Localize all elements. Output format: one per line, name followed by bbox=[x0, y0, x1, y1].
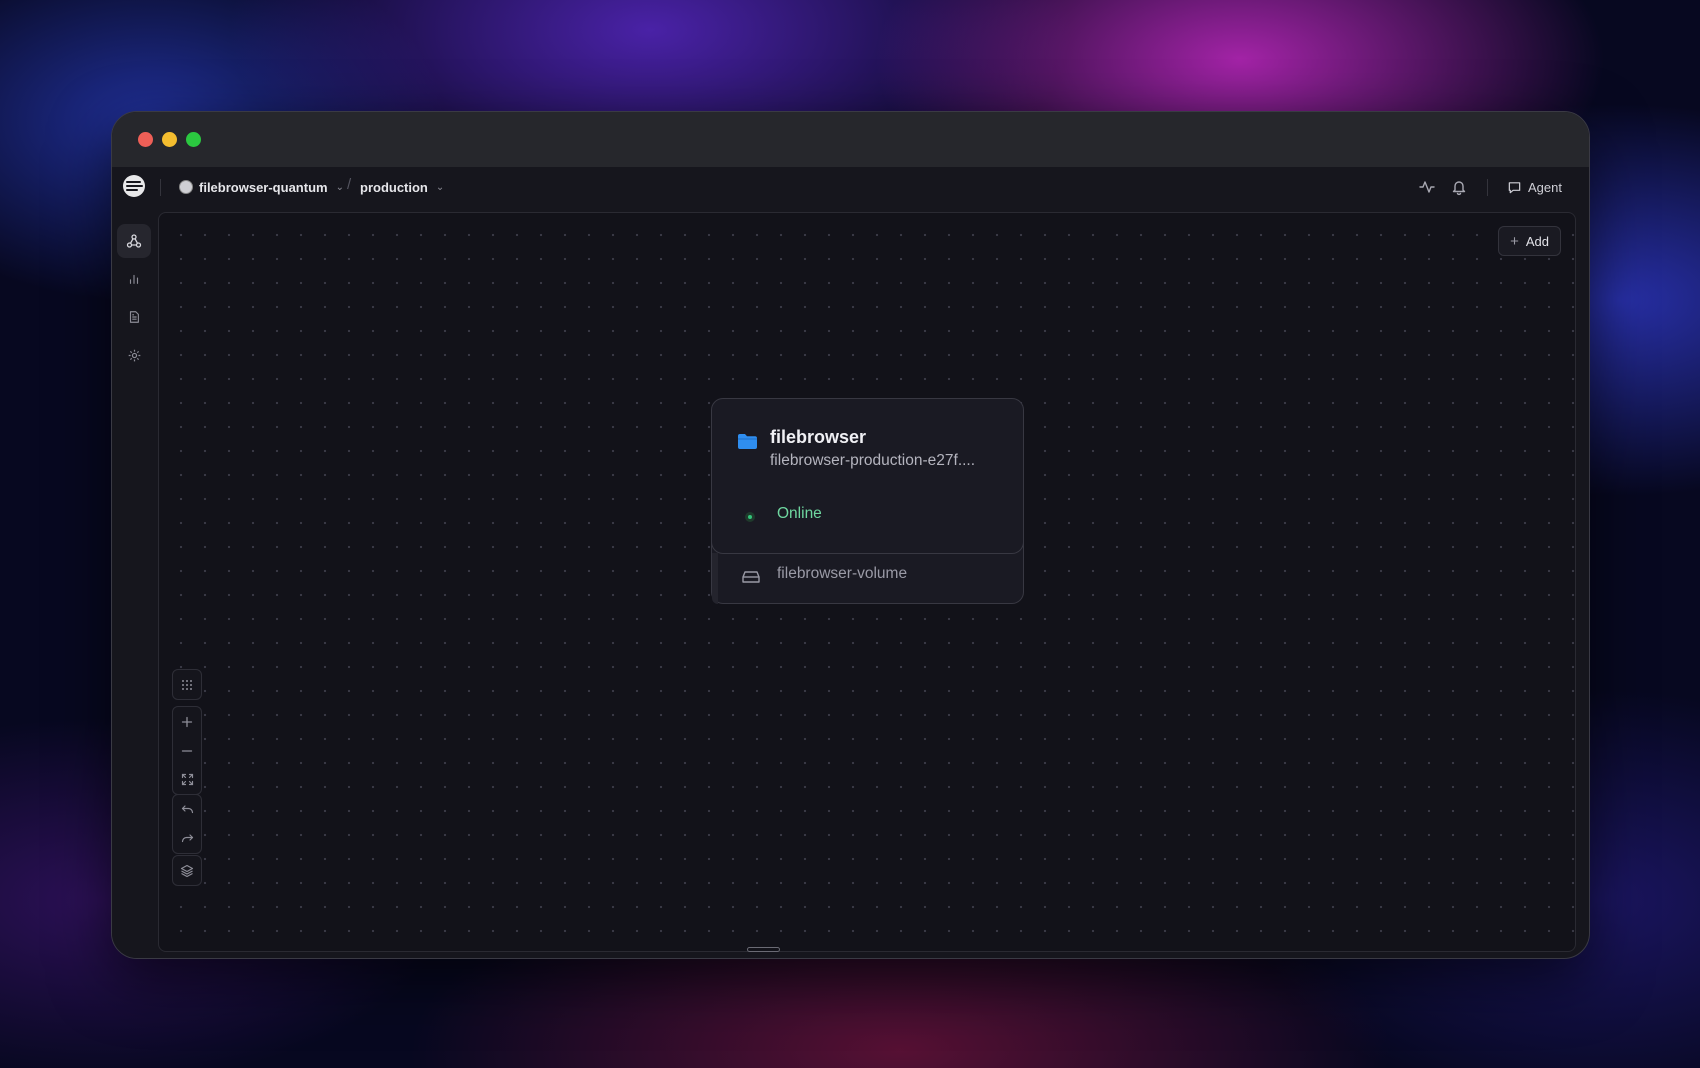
left-sidebar bbox=[112, 208, 156, 958]
folder-icon bbox=[737, 433, 758, 455]
divider bbox=[160, 179, 161, 196]
breadcrumb-separator: / bbox=[347, 176, 352, 193]
sidebar-item-metrics[interactable] bbox=[117, 262, 151, 296]
service-card-header[interactable]: filebrowser filebrowser-production-e27f.… bbox=[711, 398, 1024, 554]
sidebar-item-settings[interactable] bbox=[117, 338, 151, 372]
bell-icon[interactable] bbox=[1450, 178, 1468, 196]
window-titlebar[interactable] bbox=[112, 112, 1589, 167]
zoom-out-icon[interactable] bbox=[173, 736, 201, 765]
status-online-icon bbox=[745, 512, 755, 522]
project-selector[interactable]: filebrowser-quantum ⌄ bbox=[179, 176, 344, 198]
hard-drive-icon bbox=[742, 570, 760, 589]
undo-icon[interactable] bbox=[173, 795, 201, 824]
document-icon bbox=[129, 311, 139, 323]
sidebar-item-architecture[interactable] bbox=[117, 224, 151, 258]
gear-icon bbox=[128, 349, 140, 361]
app-window: filebrowser-quantum ⌄ / production ⌄ Age… bbox=[111, 111, 1590, 959]
project-canvas[interactable]: + Add filebrowser-volume filebrowser fil… bbox=[158, 212, 1576, 952]
chevron-down-icon: ⌄ bbox=[335, 181, 344, 193]
environment-name: production bbox=[360, 179, 428, 195]
plus-icon: + bbox=[1510, 232, 1519, 250]
add-button[interactable]: + Add bbox=[1498, 226, 1561, 256]
bottom-panel-handle[interactable] bbox=[747, 947, 780, 952]
service-card[interactable]: filebrowser-volume filebrowser filebrows… bbox=[711, 398, 1024, 604]
redo-icon[interactable] bbox=[173, 824, 201, 853]
add-button-label: Add bbox=[1525, 233, 1549, 249]
zoom-in-icon[interactable] bbox=[173, 707, 201, 736]
environment-selector[interactable]: production ⌄ bbox=[360, 176, 444, 198]
chevron-down-icon: ⌄ bbox=[435, 181, 445, 193]
project-avatar bbox=[179, 180, 193, 194]
agent-label: Agent bbox=[1528, 179, 1562, 195]
activity-icon[interactable] bbox=[1418, 178, 1436, 196]
close-window-button[interactable] bbox=[138, 132, 153, 147]
maximize-window-button[interactable] bbox=[186, 132, 201, 147]
volume-connector bbox=[712, 553, 718, 604]
grid-icon[interactable] bbox=[173, 670, 201, 699]
grid-toggle-group bbox=[172, 669, 202, 700]
message-icon bbox=[1508, 181, 1521, 193]
app-logo[interactable] bbox=[123, 175, 145, 197]
agent-button[interactable]: Agent bbox=[1507, 176, 1562, 198]
top-navigation-bar: filebrowser-quantum ⌄ / production ⌄ Age… bbox=[112, 167, 1589, 208]
divider bbox=[1487, 179, 1488, 196]
bar-chart-icon bbox=[129, 274, 139, 284]
service-name: filebrowser bbox=[770, 427, 867, 447]
sidebar-item-logs[interactable] bbox=[117, 300, 151, 334]
service-status: Online bbox=[777, 505, 822, 522]
fit-view-icon[interactable] bbox=[173, 765, 201, 794]
layers-control bbox=[172, 855, 202, 886]
history-controls bbox=[172, 794, 202, 854]
zoom-controls bbox=[172, 706, 202, 795]
project-name: filebrowser-quantum bbox=[199, 179, 328, 195]
nodes-icon bbox=[126, 234, 142, 248]
layers-icon[interactable] bbox=[173, 856, 201, 885]
service-domain[interactable]: filebrowser-production-e27f.... bbox=[770, 452, 1010, 470]
minimize-window-button[interactable] bbox=[162, 132, 177, 147]
volume-name: filebrowser-volume bbox=[777, 565, 908, 582]
